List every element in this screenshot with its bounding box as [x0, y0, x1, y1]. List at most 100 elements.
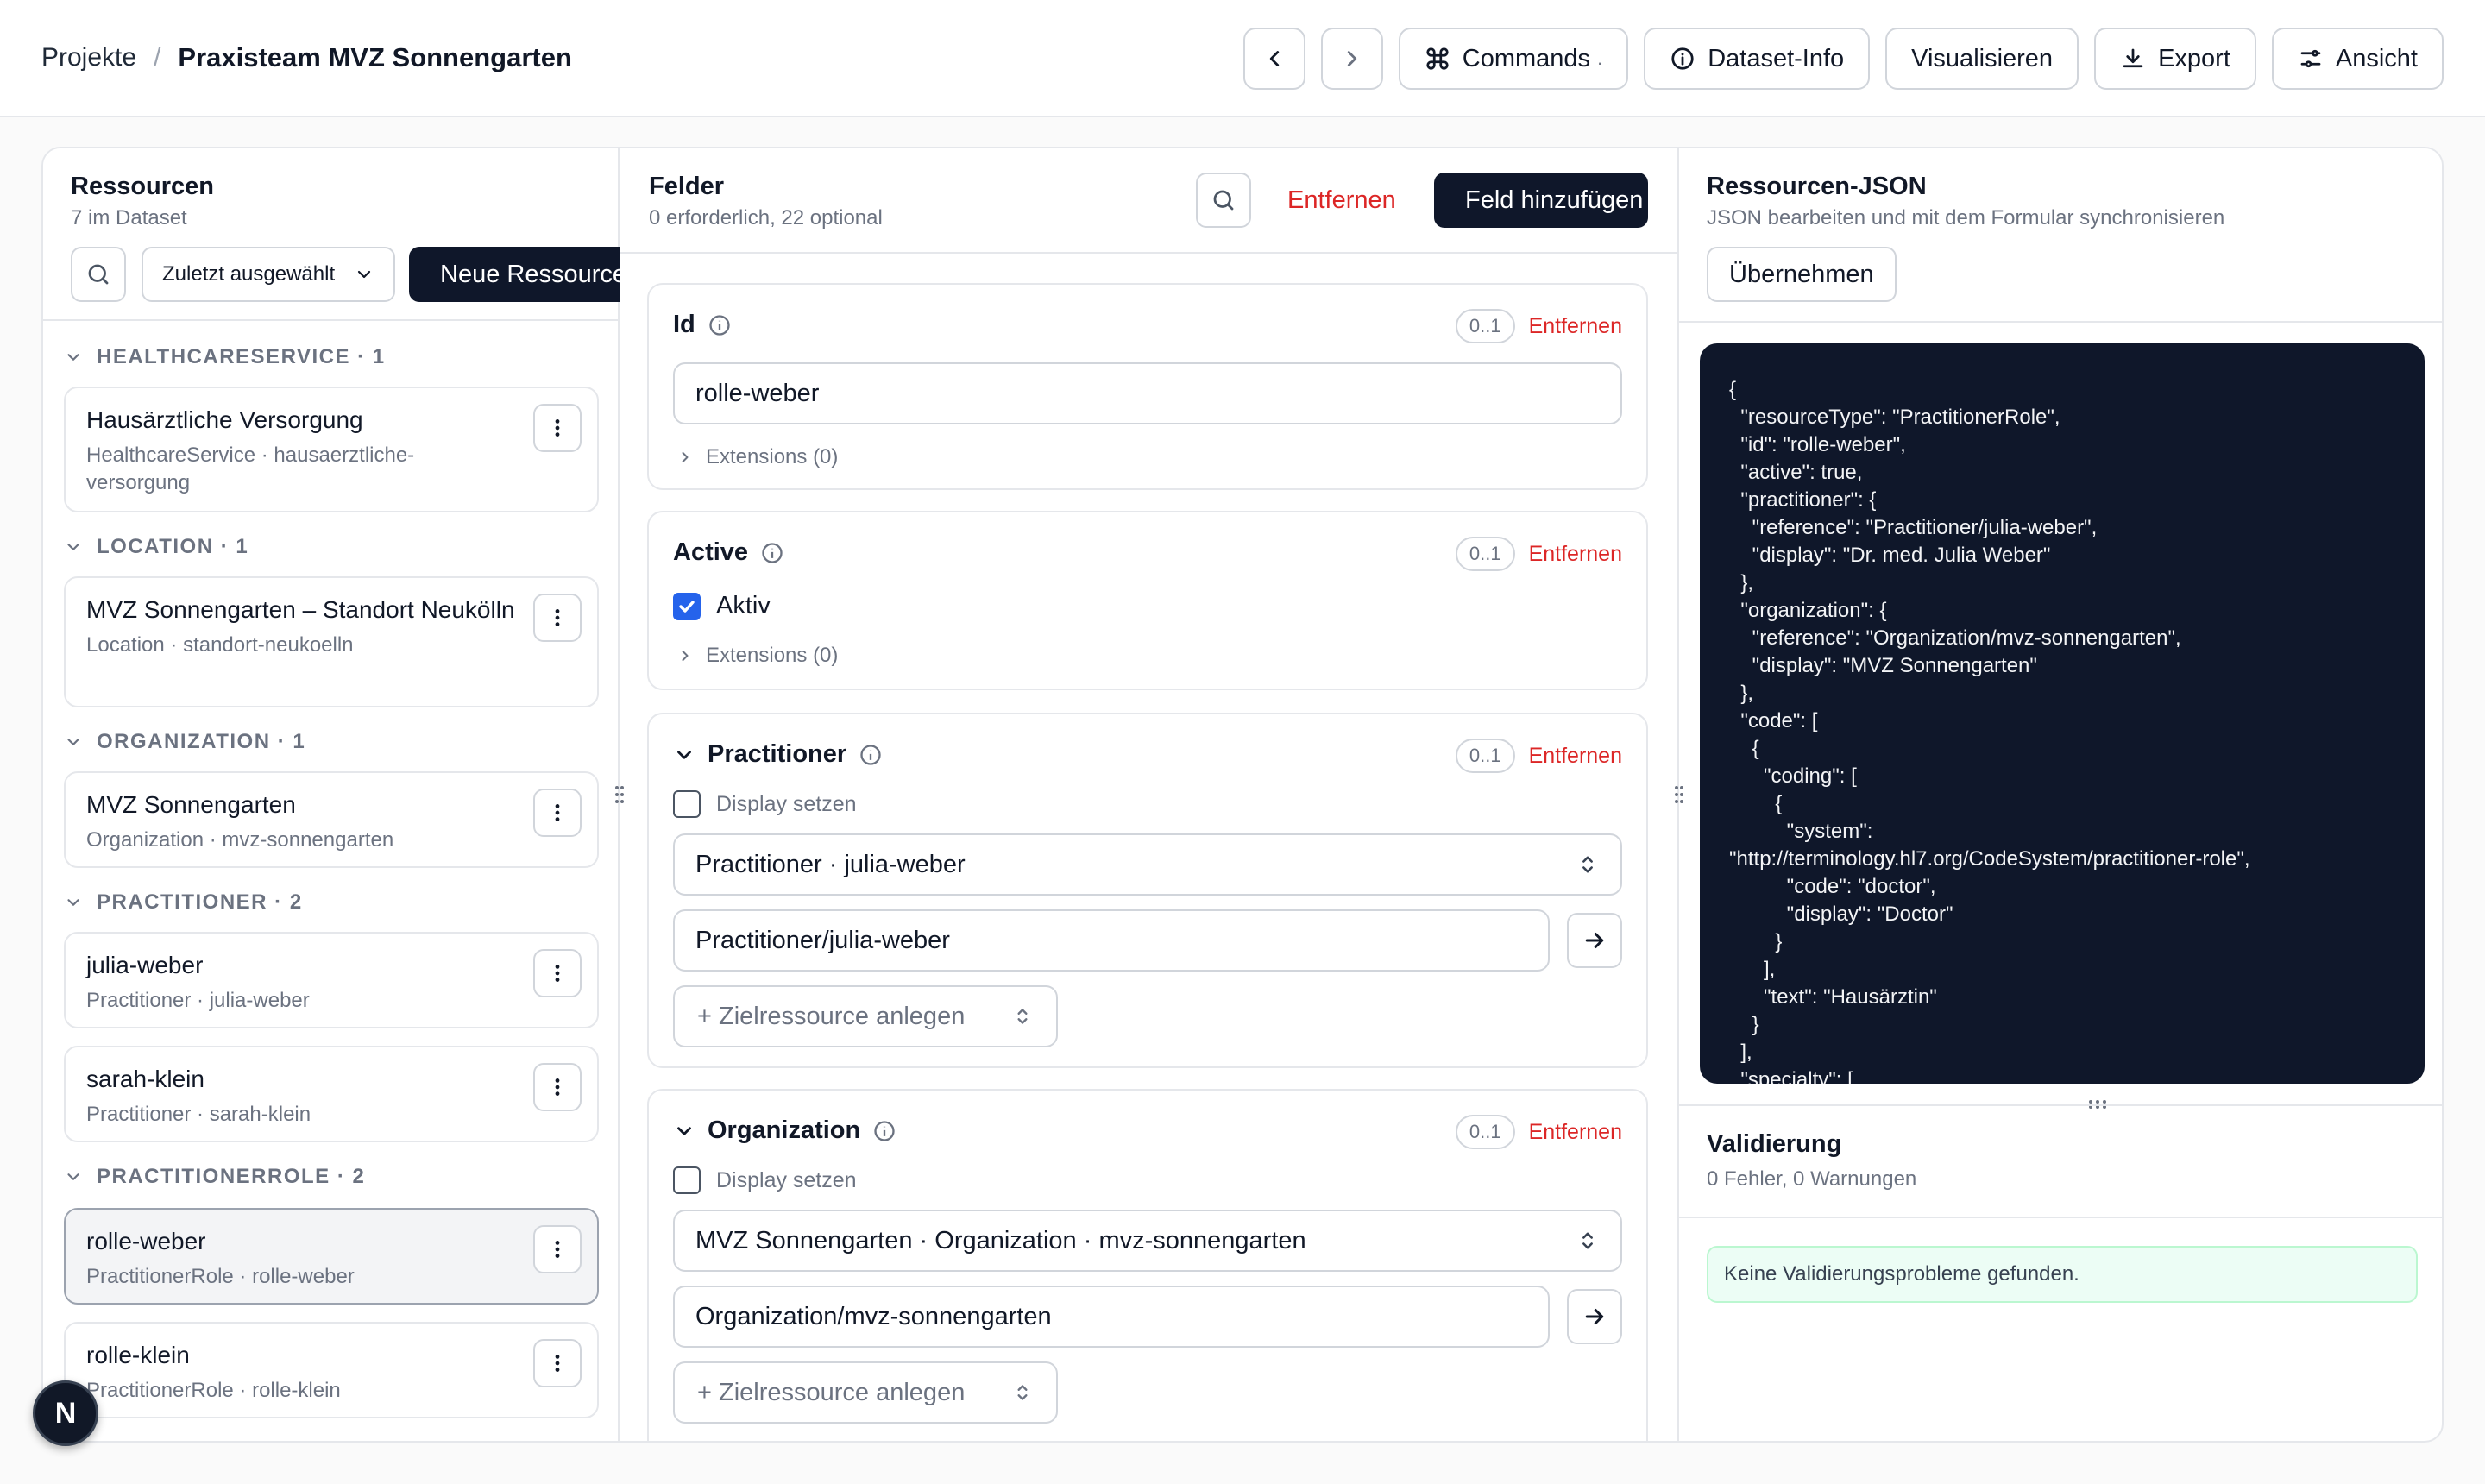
display-checkbox[interactable]: Display setzen: [673, 790, 857, 818]
field-meta: 0..1 Entfernen: [1455, 537, 1622, 571]
arrow-right-icon: [1585, 933, 1604, 948]
resource-item-menu-button[interactable]: [533, 789, 582, 837]
validation-header: Validierung 0 Fehler, 0 Warnungen: [1707, 1130, 1916, 1192]
dev-tools-label: N: [54, 1396, 77, 1430]
chevron-down-icon: [67, 739, 79, 745]
field-search-button[interactable]: [1196, 173, 1251, 228]
resource-item[interactable]: MVZ Sonnengarten Organization · mvz-sonn…: [64, 771, 599, 868]
remove-field-button[interactable]: Entfernen: [1529, 744, 1622, 769]
chevron-right-icon: [1347, 51, 1356, 66]
open-reference-button[interactable]: [1567, 1289, 1622, 1344]
resource-item-title: rolle-klein: [86, 1342, 190, 1368]
toolbar-actions: Commands . Dataset-Info Visualisieren Ex…: [1242, 28, 2444, 90]
display-checkbox[interactable]: Display setzen: [673, 1166, 857, 1194]
divider: [1679, 1104, 2442, 1106]
resource-item[interactable]: MVZ Sonnengarten – Standort Neukölln Loc…: [64, 576, 599, 707]
back-button[interactable]: [1242, 28, 1305, 90]
group-label: PRACTITIONER · 2: [97, 890, 303, 914]
organization-reference-input[interactable]: Organization/mvz-sonnengarten: [673, 1286, 1550, 1348]
info-icon[interactable]: [708, 313, 732, 337]
resource-item[interactable]: rolle-klein PractitionerRole · rolle-kle…: [64, 1322, 599, 1418]
organization-reference-select[interactable]: MVZ Sonnengarten · Organization · mvz-so…: [673, 1210, 1622, 1272]
chevron-up-down-icon: [1582, 1232, 1593, 1249]
resource-item-menu-button[interactable]: [533, 1063, 582, 1111]
fields-title: Felder: [649, 173, 725, 200]
dataset-info-button[interactable]: Dataset-Info: [1644, 28, 1871, 90]
checkbox-checked[interactable]: [673, 592, 701, 620]
chevron-left-icon: [1269, 51, 1279, 66]
id-input[interactable]: rolle-weber: [673, 362, 1622, 424]
resource-item[interactable]: julia-weber Practitioner · julia-weber: [64, 932, 599, 1028]
field-card-organization: Organization 0..1 Entfernen Display setz…: [647, 1089, 1648, 1441]
commands-button[interactable]: Commands .: [1398, 28, 1629, 90]
resources-count: 7 im Dataset: [71, 206, 187, 230]
resource-item-menu-button[interactable]: [533, 594, 582, 642]
remove-fields-button[interactable]: Entfernen: [1287, 186, 1396, 215]
remove-field-button[interactable]: Entfernen: [1529, 1120, 1622, 1145]
json-editor[interactable]: { "resourceType": "PractitionerRole", "i…: [1700, 343, 2425, 1084]
fields-header: Felder 0 erforderlich, 22 optional Entfe…: [620, 148, 1677, 254]
chevron-up-down-icon: [1582, 856, 1593, 873]
active-checkbox[interactable]: Aktiv: [673, 592, 771, 620]
breadcrumb-root-link[interactable]: Projekte: [41, 43, 136, 72]
fields-panel: Felder 0 erforderlich, 22 optional Entfe…: [620, 148, 1679, 1441]
field-header[interactable]: Organization: [673, 1116, 896, 1145]
practitioner-reference-input[interactable]: Practitioner/julia-weber: [673, 909, 1550, 972]
download-icon: [2123, 48, 2143, 68]
group-header-healthcareservice[interactable]: HEALTHCARESERVICE · 1: [64, 345, 386, 369]
practitioner-reference-value: Practitioner/julia-weber: [695, 926, 950, 954]
visualize-button[interactable]: Visualisieren: [1885, 28, 2079, 90]
open-reference-button[interactable]: [1567, 913, 1622, 968]
resource-sort-select[interactable]: Zuletzt ausgewählt: [142, 247, 395, 302]
resource-item-title: rolle-weber: [86, 1228, 206, 1254]
search-icon: [1213, 190, 1234, 211]
group-header-practitioner[interactable]: PRACTITIONER · 2: [64, 890, 303, 915]
create-target-label: + Zielressource anlegen: [697, 1002, 966, 1030]
json-title: Ressourcen-JSON: [1707, 173, 1927, 200]
view-button[interactable]: Ansicht: [2271, 28, 2444, 90]
resource-search-button[interactable]: [71, 247, 126, 302]
resource-item-menu-button[interactable]: [533, 404, 582, 452]
resource-item[interactable]: sarah-klein Practitioner · sarah-klein: [64, 1046, 599, 1142]
resource-item-menu-button[interactable]: [533, 1225, 582, 1273]
create-target-resource-select[interactable]: + Zielressource anlegen: [673, 985, 1058, 1047]
display-checkbox-label: Display setzen: [716, 791, 857, 816]
resource-item-menu-button[interactable]: [533, 1339, 582, 1387]
workspace: Ressourcen 7 im Dataset Zuletzt ausgewäh…: [41, 147, 2444, 1443]
apply-json-button[interactable]: Übernehmen: [1707, 247, 1897, 302]
new-resource-button[interactable]: Neue Ressource: [409, 247, 620, 302]
resource-item-menu-button[interactable]: [533, 949, 582, 997]
group-label: ORGANIZATION · 1: [97, 730, 306, 753]
group-header-location[interactable]: LOCATION · 1: [64, 535, 248, 559]
practitioner-select-value: Practitioner · julia-weber: [695, 850, 966, 878]
practitioner-reference-select[interactable]: Practitioner · julia-weber: [673, 833, 1622, 896]
add-field-button[interactable]: Feld hinzufügen: [1434, 173, 1648, 228]
chevron-down-icon: [67, 544, 79, 550]
checkbox-unchecked[interactable]: [673, 790, 701, 818]
json-editor-content: { "resourceType": "PractitionerRole", "i…: [1729, 378, 2250, 1084]
group-header-practitionerrole[interactable]: PRACTITIONERROLE · 2: [64, 1165, 365, 1189]
info-icon[interactable]: [872, 1119, 896, 1143]
remove-field-button[interactable]: Entfernen: [1529, 542, 1622, 567]
extensions-toggle[interactable]: Extensions (0): [676, 644, 838, 668]
checkbox-unchecked[interactable]: [673, 1166, 701, 1194]
dev-tools-button[interactable]: N: [33, 1380, 98, 1446]
extensions-toggle[interactable]: Extensions (0): [676, 445, 838, 469]
group-header-organization[interactable]: ORGANIZATION · 1: [64, 730, 305, 754]
chevron-down-icon: [67, 354, 79, 361]
remove-field-button[interactable]: Entfernen: [1529, 314, 1622, 339]
create-target-resource-select[interactable]: + Zielressource anlegen: [673, 1361, 1058, 1424]
resource-item[interactable]: Hausärztliche Versorgung HealthcareServi…: [64, 387, 599, 512]
forward-button[interactable]: [1320, 28, 1383, 90]
export-button[interactable]: Export: [2094, 28, 2256, 90]
info-icon[interactable]: [760, 541, 784, 565]
cardinality-badge: 0..1: [1455, 739, 1515, 773]
view-label: Ansicht: [2335, 44, 2418, 72]
field-header: Id: [673, 311, 732, 339]
resource-item-selected[interactable]: rolle-weber PractitionerRole · rolle-web…: [64, 1208, 599, 1305]
command-icon: [1426, 47, 1449, 70]
field-header[interactable]: Practitioner: [673, 740, 883, 769]
resource-item-title: MVZ Sonnengarten – Standort Neukölln: [86, 596, 515, 623]
extensions-label: Extensions (0): [706, 644, 839, 667]
info-icon[interactable]: [859, 743, 883, 767]
